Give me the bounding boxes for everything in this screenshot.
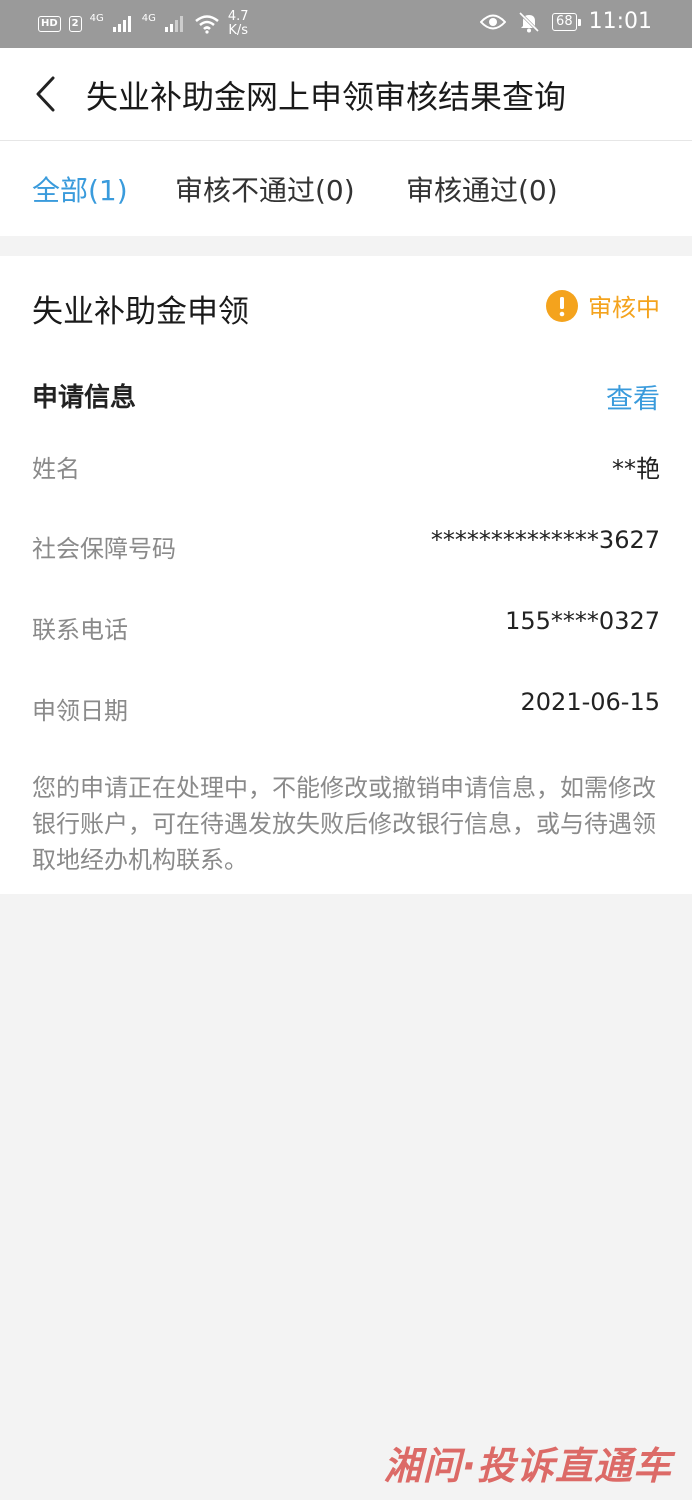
section-title: 申请信息 [32,383,137,413]
sim-badge: 2 [68,16,82,32]
card-title: 失业补助金申领 [32,294,249,330]
row-value-date: 2021-06-15 [520,688,660,716]
notice-text: 您的申请正在处理中，不能修改或撤销申请信息，如需修改银行账户，可在待遇发放失败后… [32,774,656,874]
network-type-1: 4G [89,12,104,24]
chevron-left-icon [36,76,55,112]
signal-icon [112,16,131,32]
row-value-phone: 155****0327 [505,607,660,635]
filter-tabs: 全部(1) 审核不通过(0) 审核通过(0) [0,141,692,236]
clock: 11:01 [588,9,652,34]
tab-all[interactable]: 全部(1) [32,169,128,209]
network-speed-value: 4.7 [227,9,249,24]
page-title: 失业补助金网上申领审核结果查询 [86,78,567,116]
row-value-name: **艳 [612,455,660,483]
view-link[interactable]: 查看 [606,377,660,416]
row-label-name: 姓名 [32,455,80,483]
signal-icon-2 [164,16,183,32]
battery-indicator: 68 [552,12,581,31]
row-label-date: 申领日期 [32,697,128,725]
application-card: 失业补助金申领 审核中 申请信息 查看 姓名 **艳 社会保障号码 ******… [0,256,692,894]
bell-muted-icon [518,11,540,32]
wifi-icon [195,15,219,34]
eye-icon [480,14,507,29]
nav-bar: 失业补助金网上申领审核结果查询 [0,48,692,141]
status-bar-left: HD 2 4G 4G 4.7 K/s [38,10,249,38]
hd-badge: HD [38,16,61,32]
status-badge: 审核中 [546,288,660,323]
watermark: 湘问·投诉直通车 [383,1444,672,1488]
status-text: 审核中 [588,294,660,322]
exclamation-icon [546,289,578,322]
status-bar: HD 2 4G 4G 4.7 K/s 68 11:01 [0,0,692,48]
row-label-ssn: 社会保障号码 [32,535,176,563]
tab-approved[interactable]: 审核通过(0) [406,169,558,209]
tab-rejected[interactable]: 审核不通过(0) [175,169,355,209]
back-button[interactable] [20,68,70,120]
row-value-ssn: **************3627 [430,526,660,554]
row-label-phone: 联系电话 [32,616,128,644]
network-speed-unit: K/s [228,23,249,38]
status-bar-right: 68 11:01 [480,9,652,34]
network-type-2: 4G [141,12,156,24]
network-speed: 4.7 K/s [228,10,249,38]
